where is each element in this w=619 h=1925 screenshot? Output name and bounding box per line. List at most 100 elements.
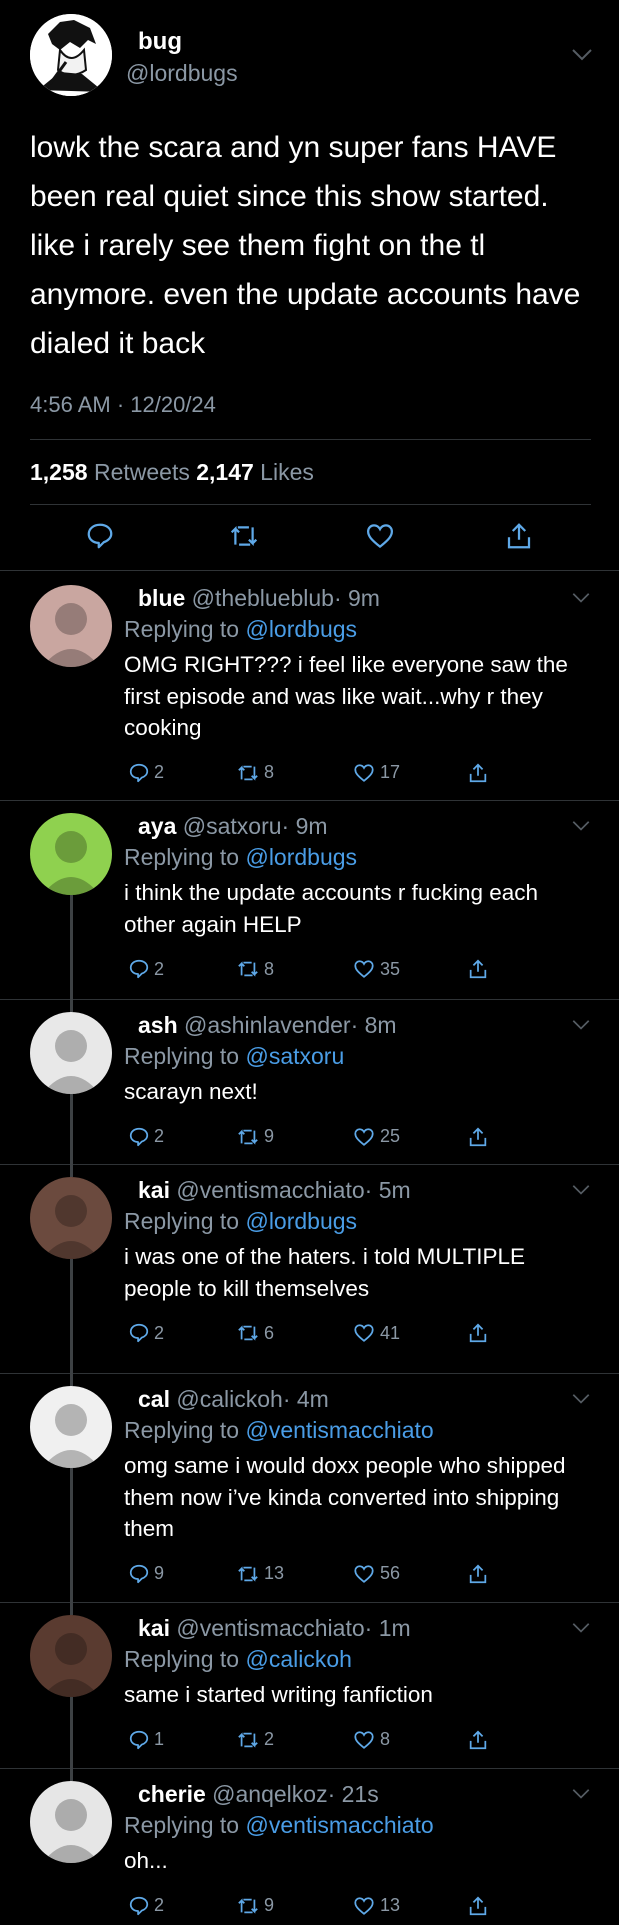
replying-to-link[interactable]: @lordbugs bbox=[245, 844, 357, 870]
reply-tweet[interactable]: kai @ventismacchiato· 5m Replying to @lo… bbox=[0, 1164, 619, 1373]
replying-to-label: Replying to bbox=[124, 1646, 240, 1672]
retweet-button[interactable]: 8 bbox=[236, 762, 274, 784]
reply-author-name[interactable]: ash bbox=[138, 1012, 178, 1038]
replying-to-label: Replying to bbox=[124, 616, 240, 642]
chevron-down-icon[interactable] bbox=[571, 1019, 591, 1031]
replying-to-link[interactable]: @lordbugs bbox=[245, 1208, 357, 1234]
share-button[interactable] bbox=[467, 1563, 489, 1585]
replying-to-link[interactable]: @satxoru bbox=[245, 1043, 344, 1069]
like-button[interactable]: 25 bbox=[352, 1126, 400, 1148]
replying-to-label: Replying to bbox=[124, 1208, 240, 1234]
reply-author-handle[interactable]: @ventismacchiato bbox=[176, 1615, 364, 1641]
retweet-count: 6 bbox=[264, 1322, 275, 1343]
like-count[interactable]: 2,147 bbox=[196, 459, 254, 485]
replying-to-link[interactable]: @lordbugs bbox=[245, 616, 357, 642]
like-button[interactable]: 41 bbox=[352, 1322, 400, 1344]
replying-to-link[interactable]: @ventismacchiato bbox=[245, 1417, 433, 1443]
share-button[interactable] bbox=[467, 1895, 489, 1917]
reply-button[interactable]: 2 bbox=[128, 958, 164, 980]
reply-author-name[interactable]: blue bbox=[138, 585, 185, 611]
retweet-button[interactable]: 9 bbox=[236, 1126, 274, 1148]
share-button[interactable] bbox=[467, 762, 489, 784]
replying-to-link[interactable]: @calickoh bbox=[245, 1646, 351, 1672]
reply-time[interactable]: · 4m bbox=[283, 1386, 329, 1412]
retweet-label[interactable]: Retweets bbox=[94, 459, 190, 485]
replying-to-link[interactable]: @ventismacchiato bbox=[245, 1812, 433, 1838]
reply-actions: 2 8 17 bbox=[0, 762, 619, 792]
reply-time[interactable]: · 21s bbox=[328, 1781, 379, 1807]
like-button[interactable]: 17 bbox=[352, 762, 400, 784]
chevron-down-icon[interactable] bbox=[571, 1393, 591, 1405]
reply-tweet[interactable]: kai @ventismacchiato· 1m Replying to @ca… bbox=[0, 1602, 619, 1768]
reply-author-name[interactable]: cherie bbox=[138, 1781, 206, 1807]
reply-tweet[interactable]: cal @calickoh· 4m Replying to @ventismac… bbox=[0, 1373, 619, 1602]
like-label[interactable]: Likes bbox=[260, 459, 314, 485]
tweet-timestamp[interactable]: 4:56 AM · 12/20/24 bbox=[30, 392, 216, 418]
reply-author-handle[interactable]: @anqelkoz bbox=[212, 1781, 327, 1807]
author-avatar[interactable] bbox=[30, 14, 112, 96]
like-button[interactable]: 56 bbox=[352, 1563, 400, 1585]
author-name[interactable]: bug bbox=[138, 28, 182, 56]
reply-button[interactable]: 2 bbox=[128, 1322, 164, 1344]
reply-avatar[interactable] bbox=[30, 1177, 112, 1259]
reply-time[interactable]: · 1m bbox=[365, 1615, 411, 1641]
reply-button[interactable]: 9 bbox=[128, 1563, 164, 1585]
reply-time[interactable]: · 5m bbox=[365, 1177, 411, 1203]
author-handle[interactable]: @lordbugs bbox=[126, 60, 238, 87]
retweet-button[interactable]: 9 bbox=[236, 1895, 274, 1917]
reply-author-name[interactable]: cal bbox=[138, 1386, 170, 1412]
like-button[interactable]: 8 bbox=[352, 1729, 390, 1751]
reply-button[interactable]: 2 bbox=[128, 762, 164, 784]
reply-avatar[interactable] bbox=[30, 813, 112, 895]
reply-author-handle[interactable]: @theblueblub bbox=[192, 585, 334, 611]
reply-icon bbox=[128, 762, 150, 784]
reply-avatar[interactable] bbox=[30, 585, 112, 667]
replying-to: Replying to @lordbugs bbox=[124, 844, 357, 871]
share-button[interactable] bbox=[467, 1322, 489, 1344]
chevron-down-icon[interactable] bbox=[571, 1184, 591, 1196]
retweet-count[interactable]: 1,258 bbox=[30, 459, 88, 485]
chevron-down-icon[interactable] bbox=[571, 48, 593, 62]
reply-button[interactable]: 2 bbox=[128, 1126, 164, 1148]
reply-avatar[interactable] bbox=[30, 1615, 112, 1697]
reply-author-name[interactable]: kai bbox=[138, 1615, 170, 1641]
retweet-icon[interactable] bbox=[228, 521, 260, 551]
reply-icon[interactable] bbox=[85, 521, 115, 551]
reply-time[interactable]: · 8m bbox=[351, 1012, 397, 1038]
share-button[interactable] bbox=[467, 1729, 489, 1751]
share-icon[interactable] bbox=[504, 521, 534, 551]
chevron-down-icon[interactable] bbox=[571, 1788, 591, 1800]
chevron-down-icon[interactable] bbox=[571, 592, 591, 604]
retweet-button[interactable]: 13 bbox=[236, 1563, 284, 1585]
reply-author-handle[interactable]: @ventismacchiato bbox=[176, 1177, 364, 1203]
reply-avatar[interactable] bbox=[30, 1012, 112, 1094]
reply-author-name[interactable]: kai bbox=[138, 1177, 170, 1203]
tweet-text: lowk the scara and yn super fans HAVE be… bbox=[30, 131, 581, 360]
reply-time[interactable]: · 9m bbox=[282, 813, 328, 839]
reply-tweet[interactable]: cherie @anqelkoz· 21s Replying to @venti… bbox=[0, 1768, 619, 1920]
retweet-icon bbox=[236, 1563, 260, 1585]
reply-author-handle[interactable]: @calickoh bbox=[176, 1386, 282, 1412]
like-button[interactable]: 13 bbox=[352, 1895, 400, 1917]
reply-author-name[interactable]: aya bbox=[138, 813, 176, 839]
chevron-down-icon[interactable] bbox=[571, 1622, 591, 1634]
heart-icon[interactable] bbox=[364, 521, 396, 551]
retweet-button[interactable]: 6 bbox=[236, 1322, 274, 1344]
chevron-down-icon[interactable] bbox=[571, 820, 591, 832]
reply-author-handle[interactable]: @satxoru bbox=[183, 813, 282, 839]
reply-button[interactable]: 1 bbox=[128, 1729, 164, 1751]
reply-tweet[interactable]: ash @ashinlavender· 8m Replying to @satx… bbox=[0, 999, 619, 1164]
reply-avatar[interactable] bbox=[30, 1781, 112, 1863]
reply-tweet[interactable]: blue @theblueblub· 9m Replying to @lordb… bbox=[0, 572, 619, 800]
retweet-button[interactable]: 2 bbox=[236, 1729, 274, 1751]
reply-avatar[interactable] bbox=[30, 1386, 112, 1468]
thread-line bbox=[70, 1373, 73, 1386]
reply-author-handle[interactable]: @ashinlavender bbox=[184, 1012, 351, 1038]
reply-button[interactable]: 2 bbox=[128, 1895, 164, 1917]
like-button[interactable]: 35 bbox=[352, 958, 400, 980]
share-button[interactable] bbox=[467, 1126, 489, 1148]
reply-time[interactable]: · 9m bbox=[334, 585, 380, 611]
share-button[interactable] bbox=[467, 958, 489, 980]
retweet-button[interactable]: 8 bbox=[236, 958, 274, 980]
reply-tweet[interactable]: aya @satxoru· 9m Replying to @lordbugs i… bbox=[0, 800, 619, 999]
